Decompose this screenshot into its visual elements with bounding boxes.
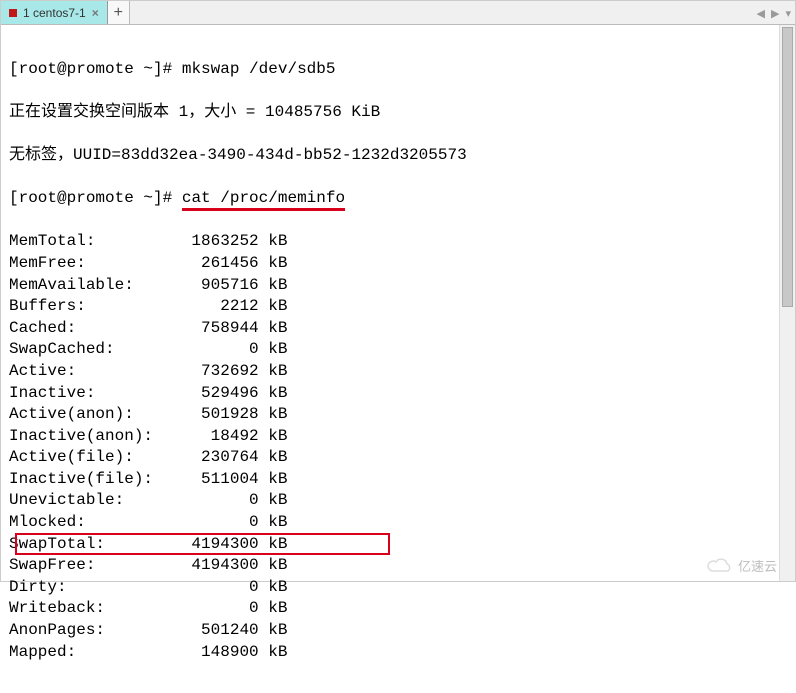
prompt-line-2: [root@promote ~]# cat /proc/meminfo [9, 188, 787, 210]
close-icon[interactable]: × [92, 6, 99, 20]
meminfo-row: MemAvailable: 905716 kB [9, 275, 787, 297]
output-line: 无标签，UUID=83dd32ea-3490-434d-bb52-1232d32… [9, 145, 787, 167]
meminfo-row: SwapTotal: 4194300 kB [9, 534, 787, 556]
prompt: [root@promote ~]# [9, 60, 172, 78]
meminfo-row: SwapFree: 4194300 kB [9, 555, 787, 577]
tab-nav: ◀ ▶ ▾ [757, 1, 791, 25]
prompt-line-1: [root@promote ~]# mkswap /dev/sdb5 [9, 59, 787, 81]
meminfo-row: Mlocked: 0 kB [9, 512, 787, 534]
meminfo-row: SwapCached: 0 kB [9, 339, 787, 361]
meminfo-row: Inactive(file): 511004 kB [9, 469, 787, 491]
output-line: 正在设置交换空间版本 1，大小 = 10485756 KiB [9, 102, 787, 124]
terminal-output[interactable]: [root@promote ~]# mkswap /dev/sdb5 正在设置交… [1, 25, 795, 693]
meminfo-row: Inactive: 529496 kB [9, 383, 787, 405]
nav-left-icon[interactable]: ◀ [757, 7, 765, 20]
scrollbar[interactable] [779, 25, 795, 581]
tab-label: 1 centos7-1 [23, 6, 86, 20]
meminfo-row: MemTotal: 1863252 kB [9, 231, 787, 253]
meminfo-row: Active: 732692 kB [9, 361, 787, 383]
meminfo-row: Active(file): 230764 kB [9, 447, 787, 469]
command: mkswap /dev/sdb5 [182, 60, 336, 78]
meminfo-row: AnonPages: 501240 kB [9, 620, 787, 642]
highlight-box [15, 533, 390, 555]
meminfo-row: Buffers: 2212 kB [9, 296, 787, 318]
meminfo-row: Mapped: 148900 kB [9, 642, 787, 664]
meminfo-row: Inactive(anon): 18492 kB [9, 426, 787, 448]
tab-bar: 1 centos7-1 × + ◀ ▶ ▾ [1, 1, 795, 25]
tab-status-icon [9, 9, 17, 17]
meminfo-row: Writeback: 0 kB [9, 598, 787, 620]
prompt: [root@promote ~]# [9, 189, 172, 207]
meminfo-row: Cached: 758944 kB [9, 318, 787, 340]
new-tab-button[interactable]: + [108, 1, 130, 24]
tab-centos7-1[interactable]: 1 centos7-1 × [1, 1, 108, 24]
nav-menu-icon[interactable]: ▾ [785, 7, 791, 20]
meminfo-row: Dirty: 0 kB [9, 577, 787, 599]
meminfo-row: MemFree: 261456 kB [9, 253, 787, 275]
command-highlighted: cat /proc/meminfo [182, 189, 345, 211]
nav-right-icon[interactable]: ▶ [771, 7, 779, 20]
meminfo-row: Active(anon): 501928 kB [9, 404, 787, 426]
meminfo-row: Unevictable: 0 kB [9, 490, 787, 512]
scrollbar-thumb[interactable] [782, 27, 793, 307]
